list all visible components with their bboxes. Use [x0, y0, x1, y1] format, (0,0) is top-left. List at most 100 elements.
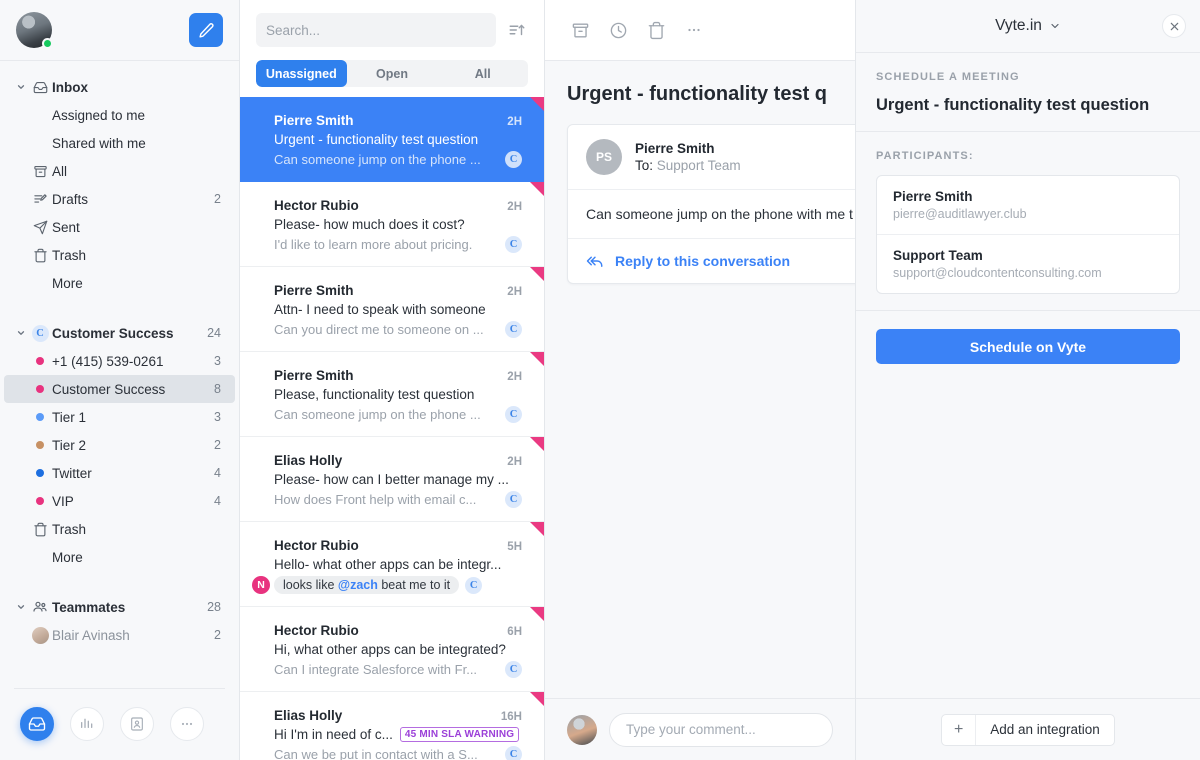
conversation-sender: Pierre Smith: [274, 113, 354, 128]
sidebar-item-vip[interactable]: VIP 4: [4, 487, 235, 515]
participant-name: Support Team: [893, 248, 983, 263]
snooze-button[interactable]: [605, 17, 631, 43]
sidebar-item-assigned-to-me[interactable]: Assigned to me: [4, 101, 235, 129]
conversation-item-4[interactable]: Elias Holly 2H Please- how can I better …: [240, 437, 544, 522]
sidebar-item-count: 2: [214, 438, 221, 452]
conversation-time: 6H: [507, 626, 522, 638]
conversation-item-3[interactable]: Pierre Smith 2H Please, functionality te…: [240, 352, 544, 437]
conversation-items: Pierre Smith 2H Urgent - functionality t…: [240, 97, 544, 760]
sidebar-item-trash[interactable]: Trash: [4, 241, 235, 269]
conversation-item-7[interactable]: Elias Holly 16H Hi I'm in need of c... 4…: [240, 692, 544, 760]
compose-button[interactable]: [189, 13, 223, 47]
message-sender-name: Pierre Smith: [635, 141, 715, 156]
tab-all[interactable]: All: [437, 60, 528, 87]
sidebar-group-inbox[interactable]: Inbox: [4, 73, 235, 101]
to-label: To:: [635, 158, 654, 173]
status-dot-icon: [28, 413, 52, 421]
sidebar-item-label: Twitter: [52, 465, 92, 481]
schedule-on-vyte-button[interactable]: Schedule on Vyte: [876, 329, 1180, 364]
dock-more-button[interactable]: [170, 707, 204, 741]
conversation-item-1[interactable]: Hector Rubio 2H Please- how much does it…: [240, 182, 544, 267]
dock-analytics-button[interactable]: [70, 707, 104, 741]
integration-title: Vyte.in: [995, 17, 1042, 34]
status-dot-icon: [28, 385, 52, 393]
chevron-down-icon[interactable]: [14, 602, 28, 612]
sidebar-item-sent[interactable]: Sent: [4, 213, 235, 241]
sort-button[interactable]: [506, 19, 528, 41]
sidebar-item-tier-1[interactable]: Tier 1 3: [4, 403, 235, 431]
dock-contacts-button[interactable]: [120, 707, 154, 741]
archive-icon: [28, 164, 52, 179]
sidebar-header: [0, 0, 239, 61]
user-avatar[interactable]: [16, 12, 53, 49]
conversation-subject: Please, functionality test question: [274, 387, 475, 402]
participant-row-1[interactable]: Support Team support@cloudcontentconsult…: [877, 234, 1179, 293]
sidebar-item-label: +1 (415) 539-0261: [52, 353, 164, 369]
sidebar-item-count: 28: [207, 600, 221, 614]
message-recipient: To: Support Team: [635, 158, 741, 173]
search-input[interactable]: [266, 22, 486, 38]
close-panel-button[interactable]: [1162, 14, 1186, 38]
chevron-down-icon[interactable]: [14, 328, 28, 338]
conversation-preview: Can I integrate Salesforce with Fr...: [274, 662, 478, 677]
sidebar-item-count: 2: [214, 628, 221, 642]
current-user-avatar: [567, 714, 597, 745]
priority-flag-icon: [530, 437, 544, 451]
comment-input[interactable]: [609, 712, 833, 747]
chevron-down-icon[interactable]: [14, 82, 28, 92]
priority-flag-icon: [530, 352, 544, 366]
tab-open[interactable]: Open: [347, 60, 438, 87]
presence-indicator: [42, 38, 53, 49]
sidebar-item-team-more[interactable]: More: [4, 543, 235, 571]
sidebar-item-more[interactable]: More: [4, 269, 235, 297]
sidebar-item-all[interactable]: All: [4, 157, 235, 185]
sidebar-item-label: Teammates: [52, 599, 126, 615]
sidebar-item-blair-avinash[interactable]: Blair Avinash 2: [4, 621, 235, 649]
sidebar-item-label: More: [52, 275, 83, 291]
priority-flag-icon: [530, 607, 544, 621]
conversation-sender: Elias Holly: [274, 708, 343, 723]
sidebar-group-customer-success[interactable]: C Customer Success 24: [4, 319, 235, 347]
comment-text-post: beat me to it: [377, 578, 451, 592]
tab-unassigned[interactable]: Unassigned: [256, 60, 347, 87]
integration-title-dropdown[interactable]: Vyte.in: [995, 17, 1061, 35]
delete-button[interactable]: [643, 17, 669, 43]
sidebar-item-team-trash[interactable]: Trash: [4, 515, 235, 543]
archive-button[interactable]: [567, 17, 593, 43]
inbox-badge: C: [505, 746, 522, 760]
participant-row-0[interactable]: Pierre Smith pierre@auditlawyer.club: [877, 176, 1179, 234]
conversation-list-header: Unassigned Open All: [240, 0, 544, 97]
sidebar-item-count: 3: [214, 354, 221, 368]
more-actions-button[interactable]: [681, 17, 707, 43]
reply-button[interactable]: Reply to this conversation: [568, 238, 855, 283]
sidebar-item-drafts[interactable]: Drafts 2: [4, 185, 235, 213]
conversation-item-2[interactable]: Pierre Smith 2H Attn- I need to speak wi…: [240, 267, 544, 352]
add-integration-button[interactable]: + Add an integration: [941, 713, 1115, 746]
sidebar-item-label: Drafts: [52, 191, 89, 207]
sidebar-item-customer-success[interactable]: Customer Success 8: [4, 375, 235, 403]
sidebar-item-tier-2[interactable]: Tier 2 2: [4, 431, 235, 459]
sidebar-item-phone-inbox[interactable]: +1 (415) 539-0261 3: [4, 347, 235, 375]
conversation-item-5[interactable]: Hector Rubio 5H Hello- what other apps c…: [240, 522, 544, 607]
dock-inbox-button[interactable]: [20, 707, 54, 741]
conversation-subject: Please- how much does it cost?: [274, 217, 465, 232]
sidebar-item-count: 4: [214, 494, 221, 508]
conversation-item-6[interactable]: Hector Rubio 6H Hi, what other apps can …: [240, 607, 544, 692]
sort-ascending-icon: [509, 24, 525, 36]
pencil-icon: [198, 22, 214, 38]
conversation-item-0[interactable]: Pierre Smith 2H Urgent - functionality t…: [240, 97, 544, 182]
message-toolbar: [545, 0, 855, 61]
sidebar-group-teammates[interactable]: Teammates 28: [4, 593, 235, 621]
sidebar-item-label: VIP: [52, 493, 74, 509]
priority-flag-icon: [530, 692, 544, 706]
conversation-time: 2H: [507, 371, 522, 383]
search-box[interactable]: [256, 13, 496, 47]
sidebar-item-label: Assigned to me: [52, 107, 146, 123]
participant-email: support@cloudcontentconsulting.com: [893, 266, 1102, 280]
sidebar-item-label: Trash: [52, 521, 87, 537]
conversation-subject: Hi, what other apps can be integrated?: [274, 642, 506, 657]
conversation-preview: Can you direct me to someone on ...: [274, 322, 484, 337]
sidebar-item-label: Sent: [52, 219, 80, 235]
sidebar-item-shared-with-me[interactable]: Shared with me: [4, 129, 235, 157]
sidebar-item-twitter[interactable]: Twitter 4: [4, 459, 235, 487]
